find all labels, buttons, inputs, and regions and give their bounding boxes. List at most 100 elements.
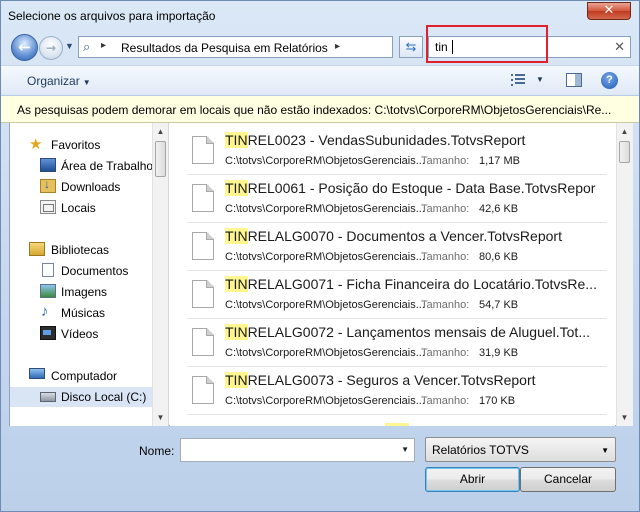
- organize-menu-button[interactable]: Organizar ▼: [27, 74, 91, 88]
- sidebar-item-label: Imagens: [61, 285, 108, 299]
- close-button[interactable]: ✕: [587, 2, 631, 20]
- change-view-icon[interactable]: [511, 73, 525, 87]
- scrollbar-thumb[interactable]: [155, 141, 166, 177]
- scroll-down-icon[interactable]: ▼: [617, 409, 632, 426]
- result-path: C:\totvs\CorporeRM\ObjetosGerenciais...: [225, 395, 425, 407]
- window-title: Selecione os arquivos para importação: [8, 9, 216, 23]
- sidebar-item-computer[interactable]: Computador: [10, 366, 152, 386]
- sidebar-item-label: Computador: [51, 369, 118, 383]
- result-path: C:\totvs\CorporeRM\ObjetosGerenciais...: [225, 251, 425, 263]
- result-path: C:\totvs\CorporeRM\ObjetosGerenciais...: [225, 203, 425, 215]
- file-icon: [192, 280, 214, 308]
- result-name: TINRELALG0073 - Seguros a Vencer.TotvsRe…: [225, 372, 536, 388]
- breadcrumb-separator-icon[interactable]: ▸: [101, 40, 106, 51]
- result-size: 80,6 KB: [479, 251, 519, 263]
- result-size: 170 KB: [479, 395, 516, 407]
- downloads-folder-icon: [40, 177, 56, 193]
- help-icon[interactable]: ?: [601, 72, 618, 89]
- preview-pane-icon[interactable]: [566, 73, 582, 87]
- result-name-rest: RELALG0071 - Ficha Financeira do Locatár…: [247, 276, 597, 292]
- file-open-dialog: Selecione os arquivos para importação ✕ …: [0, 0, 640, 512]
- pictures-icon: [40, 284, 56, 298]
- chevron-down-icon: ▼: [601, 446, 609, 455]
- file-icon: [192, 136, 214, 164]
- file-icon: [192, 184, 214, 212]
- file-type-value: Relatórios TOTVS: [432, 443, 529, 457]
- open-button[interactable]: Abrir: [425, 467, 520, 492]
- results-scrollbar[interactable]: ▲ ▼: [616, 123, 633, 426]
- search-match-highlight: TIN: [225, 228, 248, 244]
- list-item[interactable]: TINREL0061 - Posição do Estoque - Data B…: [187, 175, 607, 223]
- result-name: TINRELALG0071 - Ficha Financeira do Loca…: [225, 276, 597, 292]
- sidebar-item-label: Músicas: [61, 306, 106, 320]
- file-icon: [192, 232, 214, 260]
- chevron-down-icon[interactable]: ▼: [401, 445, 409, 454]
- recent-places-icon: [40, 200, 56, 214]
- scrollbar-thumb[interactable]: [619, 141, 630, 163]
- file-type-select[interactable]: Relatórios TOTVS ▼: [425, 437, 616, 462]
- sidebar-item-music[interactable]: ♪ Músicas: [10, 303, 152, 323]
- sidebar-item-videos[interactable]: Vídeos: [10, 324, 152, 344]
- sidebar-item-label: Documentos: [61, 264, 129, 278]
- sidebar-item-label: Disco Local (C:): [61, 390, 147, 404]
- view-options-dropdown-icon[interactable]: ▼: [536, 75, 544, 84]
- refresh-button[interactable]: ⇆: [399, 36, 423, 58]
- result-name: TINRELALG0070 - Documentos a Vencer.Totv…: [225, 228, 562, 244]
- breadcrumb-arrow-icon[interactable]: ▸: [335, 41, 340, 52]
- indexing-info-bar[interactable]: As pesquisas podem demorar em locais que…: [1, 96, 639, 123]
- file-icon: [192, 376, 214, 404]
- forward-button[interactable]: →: [39, 36, 63, 60]
- breadcrumb-current[interactable]: Resultados da Pesquisa em Relatórios: [121, 41, 328, 55]
- search-results-list: TINREL0023 - VendasSubunidades.TotvsRepo…: [170, 123, 615, 426]
- result-name: TINREL0023 - VendasSubunidades.TotvsRepo…: [225, 132, 525, 148]
- browser-area: ★ Favoritos Área de Trabalho Downloads L…: [9, 123, 633, 426]
- sidebar-item-pictures[interactable]: Imagens: [10, 282, 152, 302]
- navigation-pane: ★ Favoritos Área de Trabalho Downloads L…: [10, 123, 152, 426]
- clear-search-icon[interactable]: ✕: [614, 39, 625, 55]
- result-name-rest: RELALG0072 - Lançamentos mensais de Alug…: [247, 324, 590, 340]
- recent-pages-dropdown-icon[interactable]: ▼: [65, 41, 74, 51]
- organize-label: Organizar: [27, 74, 80, 88]
- search-match-highlight: TIN: [225, 372, 248, 388]
- desktop-icon: [40, 158, 56, 172]
- size-label: Tamanho:: [421, 203, 470, 215]
- sidebar-item-label: Área de Trabalho: [61, 159, 152, 173]
- size-label: Tamanho:: [421, 395, 470, 407]
- sidebar-item-documents[interactable]: Documentos: [10, 261, 152, 281]
- search-match-highlight: TIN: [225, 132, 248, 148]
- cancel-button[interactable]: Cancelar: [520, 467, 616, 492]
- search-match-highlight: TIN: [225, 324, 248, 340]
- scroll-down-icon[interactable]: ▼: [153, 409, 168, 426]
- list-item[interactable]: TINREL0023 - VendasSubunidades.TotvsRepo…: [187, 127, 607, 175]
- list-item[interactable]: TINRELALG0073 - Seguros a Vencer.TotvsRe…: [187, 367, 607, 415]
- sidebar-item-recent-places[interactable]: Locais: [10, 198, 152, 218]
- address-bar[interactable]: ⌕ ▸ Resultados da Pesquisa em Relatórios…: [78, 36, 471, 58]
- sidebar-item-desktop[interactable]: Área de Trabalho: [10, 156, 152, 176]
- chevron-down-icon: ▼: [82, 78, 91, 87]
- search-match-highlight: TIN: [225, 180, 248, 196]
- navigation-pane-scrollbar[interactable]: ▲ ▼: [152, 123, 169, 426]
- sidebar-item-local-disk[interactable]: Disco Local (C:): [10, 387, 152, 407]
- sidebar-item-favorites[interactable]: ★ Favoritos: [10, 135, 152, 155]
- sidebar-item-libraries[interactable]: Bibliotecas: [10, 240, 152, 260]
- result-name-rest: REL0023 - VendasSubunidades.TotvsReport: [247, 132, 526, 148]
- result-size: 1,17 MB: [479, 155, 520, 167]
- result-name-rest: REL0061 - Posição do Estoque - Data Base…: [247, 180, 596, 196]
- scroll-up-icon[interactable]: ▲: [617, 123, 632, 140]
- libraries-icon: [29, 242, 45, 256]
- sidebar-item-label: Downloads: [61, 180, 121, 194]
- result-name: TINRELALG0072 - Lançamentos mensais de A…: [225, 324, 590, 340]
- list-item[interactable]: TINRELALG0072 - Lançamentos mensais de A…: [187, 319, 607, 367]
- result-size: 31,9 KB: [479, 347, 519, 359]
- list-item[interactable]: TINRELALG0070 - Documentos a Vencer.Totv…: [187, 223, 607, 271]
- size-label: Tamanho:: [421, 299, 470, 311]
- hard-drive-icon: [40, 392, 56, 402]
- scroll-up-icon[interactable]: ▲: [153, 123, 168, 140]
- sidebar-item-downloads[interactable]: Downloads: [10, 177, 152, 197]
- back-button[interactable]: ←: [11, 34, 38, 61]
- list-item[interactable]: TINRELALG0071 - Ficha Financeira do Loca…: [187, 271, 607, 319]
- filename-label: Nome:: [139, 444, 175, 458]
- next-result-partial: [385, 423, 409, 426]
- filename-input[interactable]: ▼: [180, 438, 415, 462]
- result-path: C:\totvs\CorporeRM\ObjetosGerenciais...: [225, 347, 425, 359]
